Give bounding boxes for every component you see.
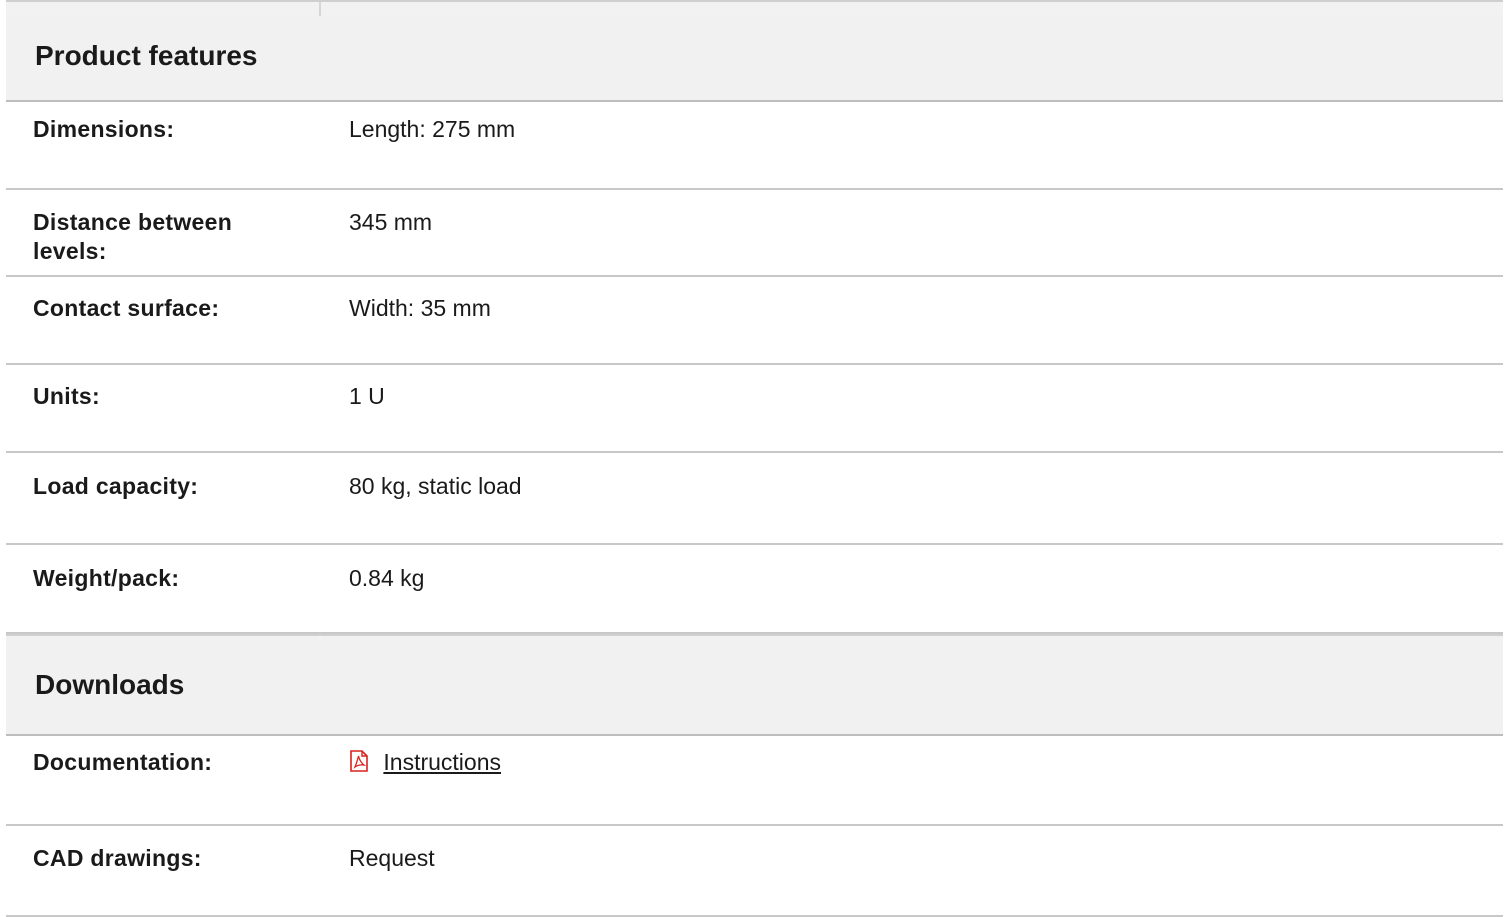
top-strip — [6, 0, 1503, 16]
feature-label: Load capacity: — [33, 473, 199, 499]
feature-label: Dimensions: — [33, 116, 175, 142]
feature-label: Units: — [33, 383, 100, 409]
section-title: Product features — [35, 40, 258, 71]
feature-label: Weight/pack: — [33, 565, 180, 591]
instructions-link[interactable]: Instructions — [383, 749, 501, 775]
feature-value: 345 mm — [349, 209, 433, 235]
section-header-downloads: Downloads — [6, 634, 1503, 736]
feature-row-contact-surface: Contact surface: Width: 35 mm — [6, 277, 1503, 365]
product-details-panel: Product features Dimensions: Length: 275… — [6, 0, 1503, 917]
feature-value: Length: 275 mm — [349, 116, 516, 142]
feature-row-dimensions: Dimensions: Length: 275 mm — [6, 102, 1503, 190]
download-row-cad-drawings: CAD drawings: Request — [6, 826, 1503, 917]
column-divider-tick — [319, 634, 321, 636]
pdf-icon[interactable] — [349, 750, 369, 772]
download-label: Documentation: — [33, 749, 213, 775]
section-title: Downloads — [35, 669, 185, 700]
feature-row-weight-pack: Weight/pack: 0.84 kg — [6, 545, 1503, 634]
feature-value: 1 U — [349, 383, 385, 409]
feature-label-text: Distance between levels: — [33, 209, 233, 264]
feature-row-distance-between-levels: Distance between levels: 345 mm — [6, 190, 1503, 277]
feature-row-load-capacity: Load capacity: 80 kg, static load — [6, 453, 1503, 545]
feature-value: 0.84 kg — [349, 565, 425, 591]
column-divider-tick — [319, 2, 321, 16]
download-row-documentation: Documentation: Instructions — [6, 736, 1503, 826]
section-header-product-features: Product features — [6, 16, 1503, 102]
feature-value: Width: 35 mm — [349, 295, 491, 321]
download-label: CAD drawings: — [33, 845, 202, 871]
cad-request-value[interactable]: Request — [349, 844, 1503, 915]
feature-row-units: Units: 1 U — [6, 365, 1503, 453]
feature-value: 80 kg, static load — [349, 473, 522, 499]
feature-label: Distance between levels: — [6, 208, 349, 275]
download-value: Instructions — [349, 748, 1503, 824]
feature-label: Contact surface: — [33, 295, 220, 321]
